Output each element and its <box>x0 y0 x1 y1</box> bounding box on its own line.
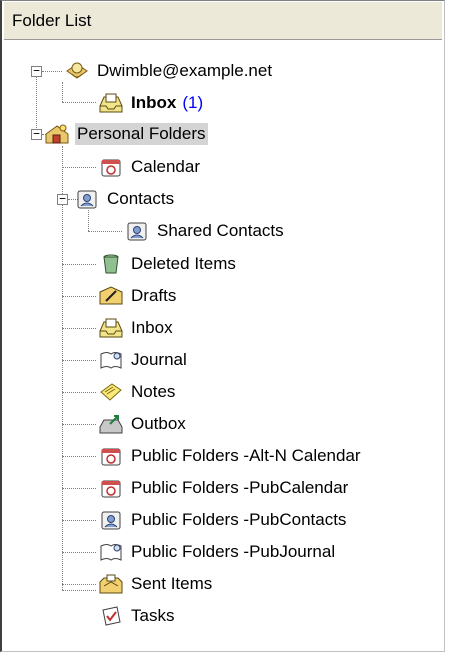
calendar-icon <box>101 448 121 466</box>
calendar-icon <box>101 159 121 177</box>
folder-tree: − − − Dwimble@example.net Inbox (1) Pers… <box>0 0 449 654</box>
tree-item-outbox[interactable]: Outbox <box>98 410 188 438</box>
inbox-icon <box>99 318 123 338</box>
tree-line <box>62 520 96 521</box>
tree-item-contacts[interactable]: Contacts <box>74 185 176 213</box>
notes-label: Notes <box>131 382 176 401</box>
contacts-icon <box>77 190 97 209</box>
personal-folders-icon <box>45 124 69 144</box>
tree-item-inbox[interactable]: Inbox <box>98 314 175 342</box>
tree-line <box>36 70 37 134</box>
tasks-label: Tasks <box>131 606 175 625</box>
tasks-icon <box>102 606 121 626</box>
tree-item-account[interactable]: Dwimble@example.net <box>64 57 274 85</box>
tree-line <box>62 392 96 393</box>
tree-item-deleted-items[interactable]: Deleted Items <box>98 250 238 278</box>
tree-line <box>62 328 96 329</box>
journal-label: Journal <box>131 350 187 369</box>
journal-icon <box>100 544 122 561</box>
tree-item-personal-folders[interactable]: Personal Folders <box>44 120 208 148</box>
tree-item-sent-items[interactable]: Sent Items <box>98 570 214 598</box>
contacts-icon <box>101 511 121 530</box>
public-altn-calendar-label: Public Folders -Alt-N Calendar <box>131 446 361 465</box>
journal-icon <box>100 352 122 369</box>
drafts-icon <box>99 286 123 305</box>
unread-count: (1) <box>182 93 204 112</box>
shared-contacts-label: Shared Contacts <box>157 221 284 240</box>
tree-line <box>62 552 96 553</box>
tree-line <box>62 424 96 425</box>
tree-item-account-inbox[interactable]: Inbox (1) <box>98 89 203 117</box>
trash-icon <box>103 254 119 274</box>
drafts-label: Drafts <box>131 286 177 305</box>
tree-item-journal[interactable]: Journal <box>98 346 189 374</box>
outbox-icon <box>99 415 123 434</box>
tree-item-public-pubcontacts[interactable]: Public Folders -PubContacts <box>98 506 348 534</box>
tree-line <box>88 231 122 232</box>
inbox-label: Inbox <box>131 318 173 337</box>
sent-items-icon <box>99 574 123 594</box>
tree-line <box>62 590 96 591</box>
tree-item-drafts[interactable]: Drafts <box>98 282 178 310</box>
personal-folders-label: Personal Folders <box>75 123 208 145</box>
tree-item-public-pubcalendar[interactable]: Public Folders -PubCalendar <box>98 474 350 502</box>
calendar-label: Calendar <box>131 157 200 176</box>
contacts-collapse-toggle[interactable]: − <box>57 193 68 205</box>
tree-line <box>62 456 96 457</box>
contacts-label: Contacts <box>107 189 175 208</box>
tree-item-shared-contacts[interactable]: Shared Contacts <box>124 217 286 245</box>
inbox-icon <box>99 93 123 113</box>
contacts-icon <box>127 222 147 241</box>
tree-line <box>88 210 89 231</box>
mailbox-icon <box>66 62 88 79</box>
tree-item-public-pubjournal[interactable]: Public Folders -PubJournal <box>98 538 337 566</box>
personal-folders-collapse-toggle[interactable]: − <box>31 128 42 140</box>
tree-line <box>62 296 96 297</box>
tree-item-tasks[interactable]: Tasks <box>98 602 176 630</box>
tree-item-notes[interactable]: Notes <box>98 378 177 406</box>
outbox-label: Outbox <box>131 414 186 433</box>
tree-item-calendar[interactable]: Calendar <box>98 153 202 181</box>
tree-line <box>62 584 96 585</box>
tree-line <box>62 264 96 265</box>
tree-line <box>42 71 62 72</box>
tree-line <box>62 102 96 103</box>
account-label: Dwimble@example.net <box>97 61 273 80</box>
tree-line <box>62 146 63 590</box>
tree-item-public-altn-calendar[interactable]: Public Folders -Alt-N Calendar <box>98 442 363 470</box>
tree-line <box>62 82 63 102</box>
deleted-items-label: Deleted Items <box>131 254 236 273</box>
public-pubjournal-label: Public Folders -PubJournal <box>131 542 336 561</box>
public-pubcontacts-label: Public Folders -PubContacts <box>131 510 347 529</box>
notes-icon <box>100 383 122 401</box>
tree-line <box>62 167 96 168</box>
public-pubcalendar-label: Public Folders -PubCalendar <box>131 478 349 497</box>
sent-items-label: Sent Items <box>131 574 213 593</box>
account-inbox-label: Inbox <box>131 93 177 112</box>
calendar-icon <box>101 480 121 498</box>
tree-line <box>62 360 96 361</box>
tree-line <box>62 488 96 489</box>
account-collapse-toggle[interactable]: − <box>31 65 42 77</box>
